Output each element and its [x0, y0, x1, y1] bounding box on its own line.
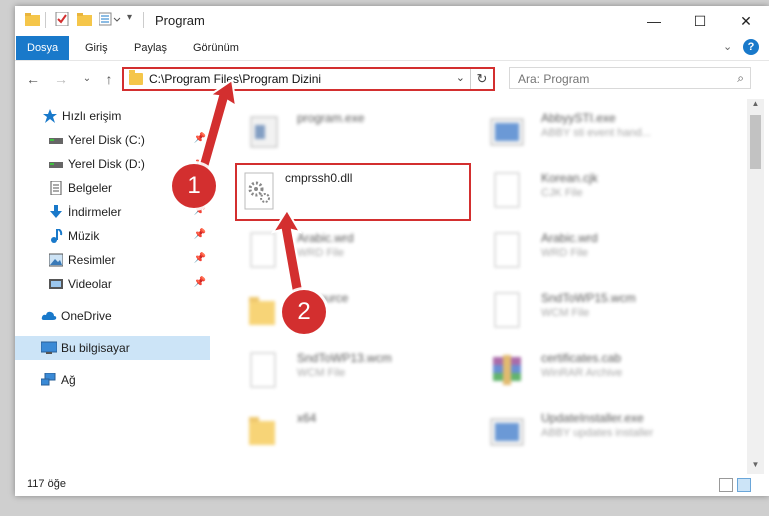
step-2-badge: 2: [282, 290, 326, 334]
arrow-to-address-bar: [194, 78, 238, 180]
arrow-to-dll-file: [270, 208, 305, 294]
step-1-badge: 1: [172, 164, 216, 208]
annotation-arrows: [194, 78, 305, 294]
